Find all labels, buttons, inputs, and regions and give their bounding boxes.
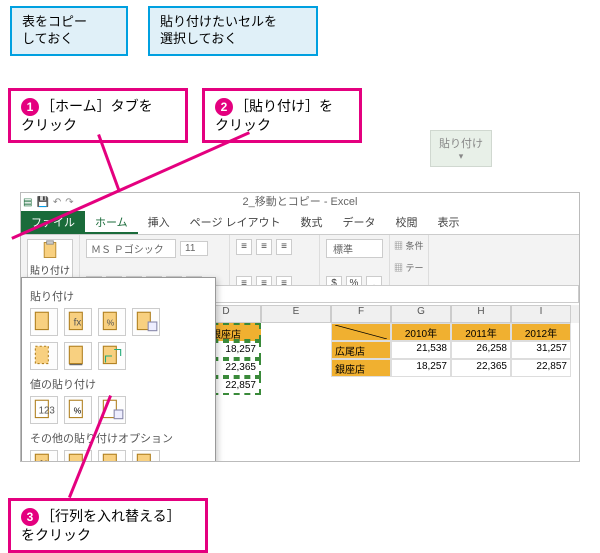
svg-text:%: % [74,405,82,415]
tab-home[interactable]: ホーム [85,211,138,234]
transpose-icon[interactable] [98,342,126,370]
col-header-f[interactable]: F [331,305,391,323]
paste-section-label: 貼り付け [30,288,207,304]
cell-dst-r1c3[interactable]: 31,257 [511,341,571,359]
col-header-e[interactable]: E [261,305,331,323]
undo-icon[interactable]: ↶ [53,197,61,208]
col-header-i[interactable]: I [511,305,571,323]
clipboard-paste-icon [39,240,61,260]
cell-dst-row2-name[interactable]: 銀座店 [331,359,391,377]
formula-bar[interactable]: fx [191,285,579,303]
cell-dst-r1c2[interactable]: 26,258 [451,341,511,359]
step-number: 1 [21,98,39,116]
paste-formulas-icon[interactable]: fx [64,308,92,336]
save-icon[interactable]: 💾 [36,197,48,208]
callout-text: ［貼り付け］を クリック [215,98,333,133]
tab-view[interactable]: 表示 [428,211,470,234]
callout-select-cell: 貼り付けたいセルを 選択しておく [148,6,318,56]
conditional-format-button[interactable]: 条件 [394,239,424,252]
align-bottom-button[interactable]: ≡ [276,239,292,255]
align-middle-button[interactable]: ≡ [256,239,272,255]
align-top-button[interactable]: ≡ [236,239,252,255]
paste-chip-label: 貼り付け [439,138,483,150]
cell-dst-y3[interactable]: 2012年 [511,323,571,341]
paste-values-icon[interactable]: 123 [30,396,58,424]
table-format-button[interactable]: テー [394,261,424,274]
step-number: 2 [215,98,233,116]
paste-button-sample: 貼り付け ▾ [430,130,492,167]
callout-text: ［ホーム］タブを クリック [21,98,153,133]
cell-dst-r2c2[interactable]: 22,365 [451,359,511,377]
quick-access-toolbar: ▤ 💾 ↶ ↷ [23,193,74,211]
column-headers: D E F G H I [191,305,579,323]
excel-window: ▤ 💾 ↶ ↷ 2_移動とコピー - Excel ファイル ホーム 挿入 ページ… [20,192,580,462]
font-name-select[interactable]: ＭＳ Ｐゴシック [86,239,176,258]
callout-text: 貼り付けたいセルを 選択しておく [160,14,277,46]
paste-linked-picture-icon[interactable] [132,450,160,462]
tab-data[interactable]: データ [333,211,386,234]
dropdown-arrow-icon: ▾ [439,151,483,162]
excel-logo-icon: ▤ [23,197,32,208]
col-header-g[interactable]: G [391,305,451,323]
title-text: 2_移動とコピー - Excel [243,196,358,208]
tab-insert[interactable]: 挿入 [138,211,180,234]
svg-text:fx: fx [74,317,82,328]
step-number: 3 [21,508,39,526]
paste-formatting-icon[interactable]: % [30,450,58,462]
svg-text:%: % [107,317,115,327]
paste-values-number-icon[interactable]: % [64,396,92,424]
callout-copy-table: 表をコピー しておく [10,6,128,56]
paste-no-borders-icon[interactable] [30,342,58,370]
cell-dst-y2[interactable]: 2011年 [451,323,511,341]
callout-step-2: 2［貼り付け］を クリック [202,88,362,143]
tab-formula[interactable]: 数式 [291,211,333,234]
svg-text:%: % [40,459,49,462]
cell-dst-r2c3[interactable]: 22,857 [511,359,571,377]
paste-options-menu: 貼り付け fx % 値の貼り付け 123 % その他の貼り付けオプション % 形… [21,277,216,462]
callout-text: 表をコピー しておく [22,14,87,46]
paste-values-section-label: 値の貼り付け [30,376,207,392]
tab-review[interactable]: 校閲 [386,211,428,234]
paste-formulas-number-icon[interactable]: % [98,308,126,336]
paste-keep-source-icon[interactable] [132,308,160,336]
ribbon-tabs: ファイル ホーム 挿入 ページ レイアウト 数式 データ 校閲 表示 [21,211,579,235]
cell-dst-r2c1[interactable]: 18,257 [391,359,451,377]
cell-dst-corner[interactable] [331,323,391,341]
cell-dst-row1-name[interactable]: 広尾店 [331,341,391,359]
callout-step-3: 3［行列を入れ替える］ をクリック [8,498,208,553]
cell-dst-r1c1[interactable]: 21,538 [391,341,451,359]
font-size-select[interactable]: 11 [180,241,208,256]
paste-all-icon[interactable] [30,308,58,336]
paste-other-section-label: その他の貼り付けオプション [30,430,207,446]
cell-dst-y1[interactable]: 2010年 [391,323,451,341]
svg-text:123: 123 [39,405,55,416]
redo-icon[interactable]: ↷ [65,197,73,208]
paste-keep-width-icon[interactable] [64,342,92,370]
spreadsheet-grid[interactable]: D E F G H I 銀座店 18,257 22,365 22,857 201… [191,305,579,461]
number-format-select[interactable]: 標準 [326,239,383,258]
paste-label: 貼り付け [30,262,70,277]
paste-picture-icon[interactable] [98,450,126,462]
col-header-h[interactable]: H [451,305,511,323]
callout-text: ［行列を入れ替える］ をクリック [21,508,181,543]
tab-page-layout[interactable]: ページ レイアウト [180,211,291,234]
